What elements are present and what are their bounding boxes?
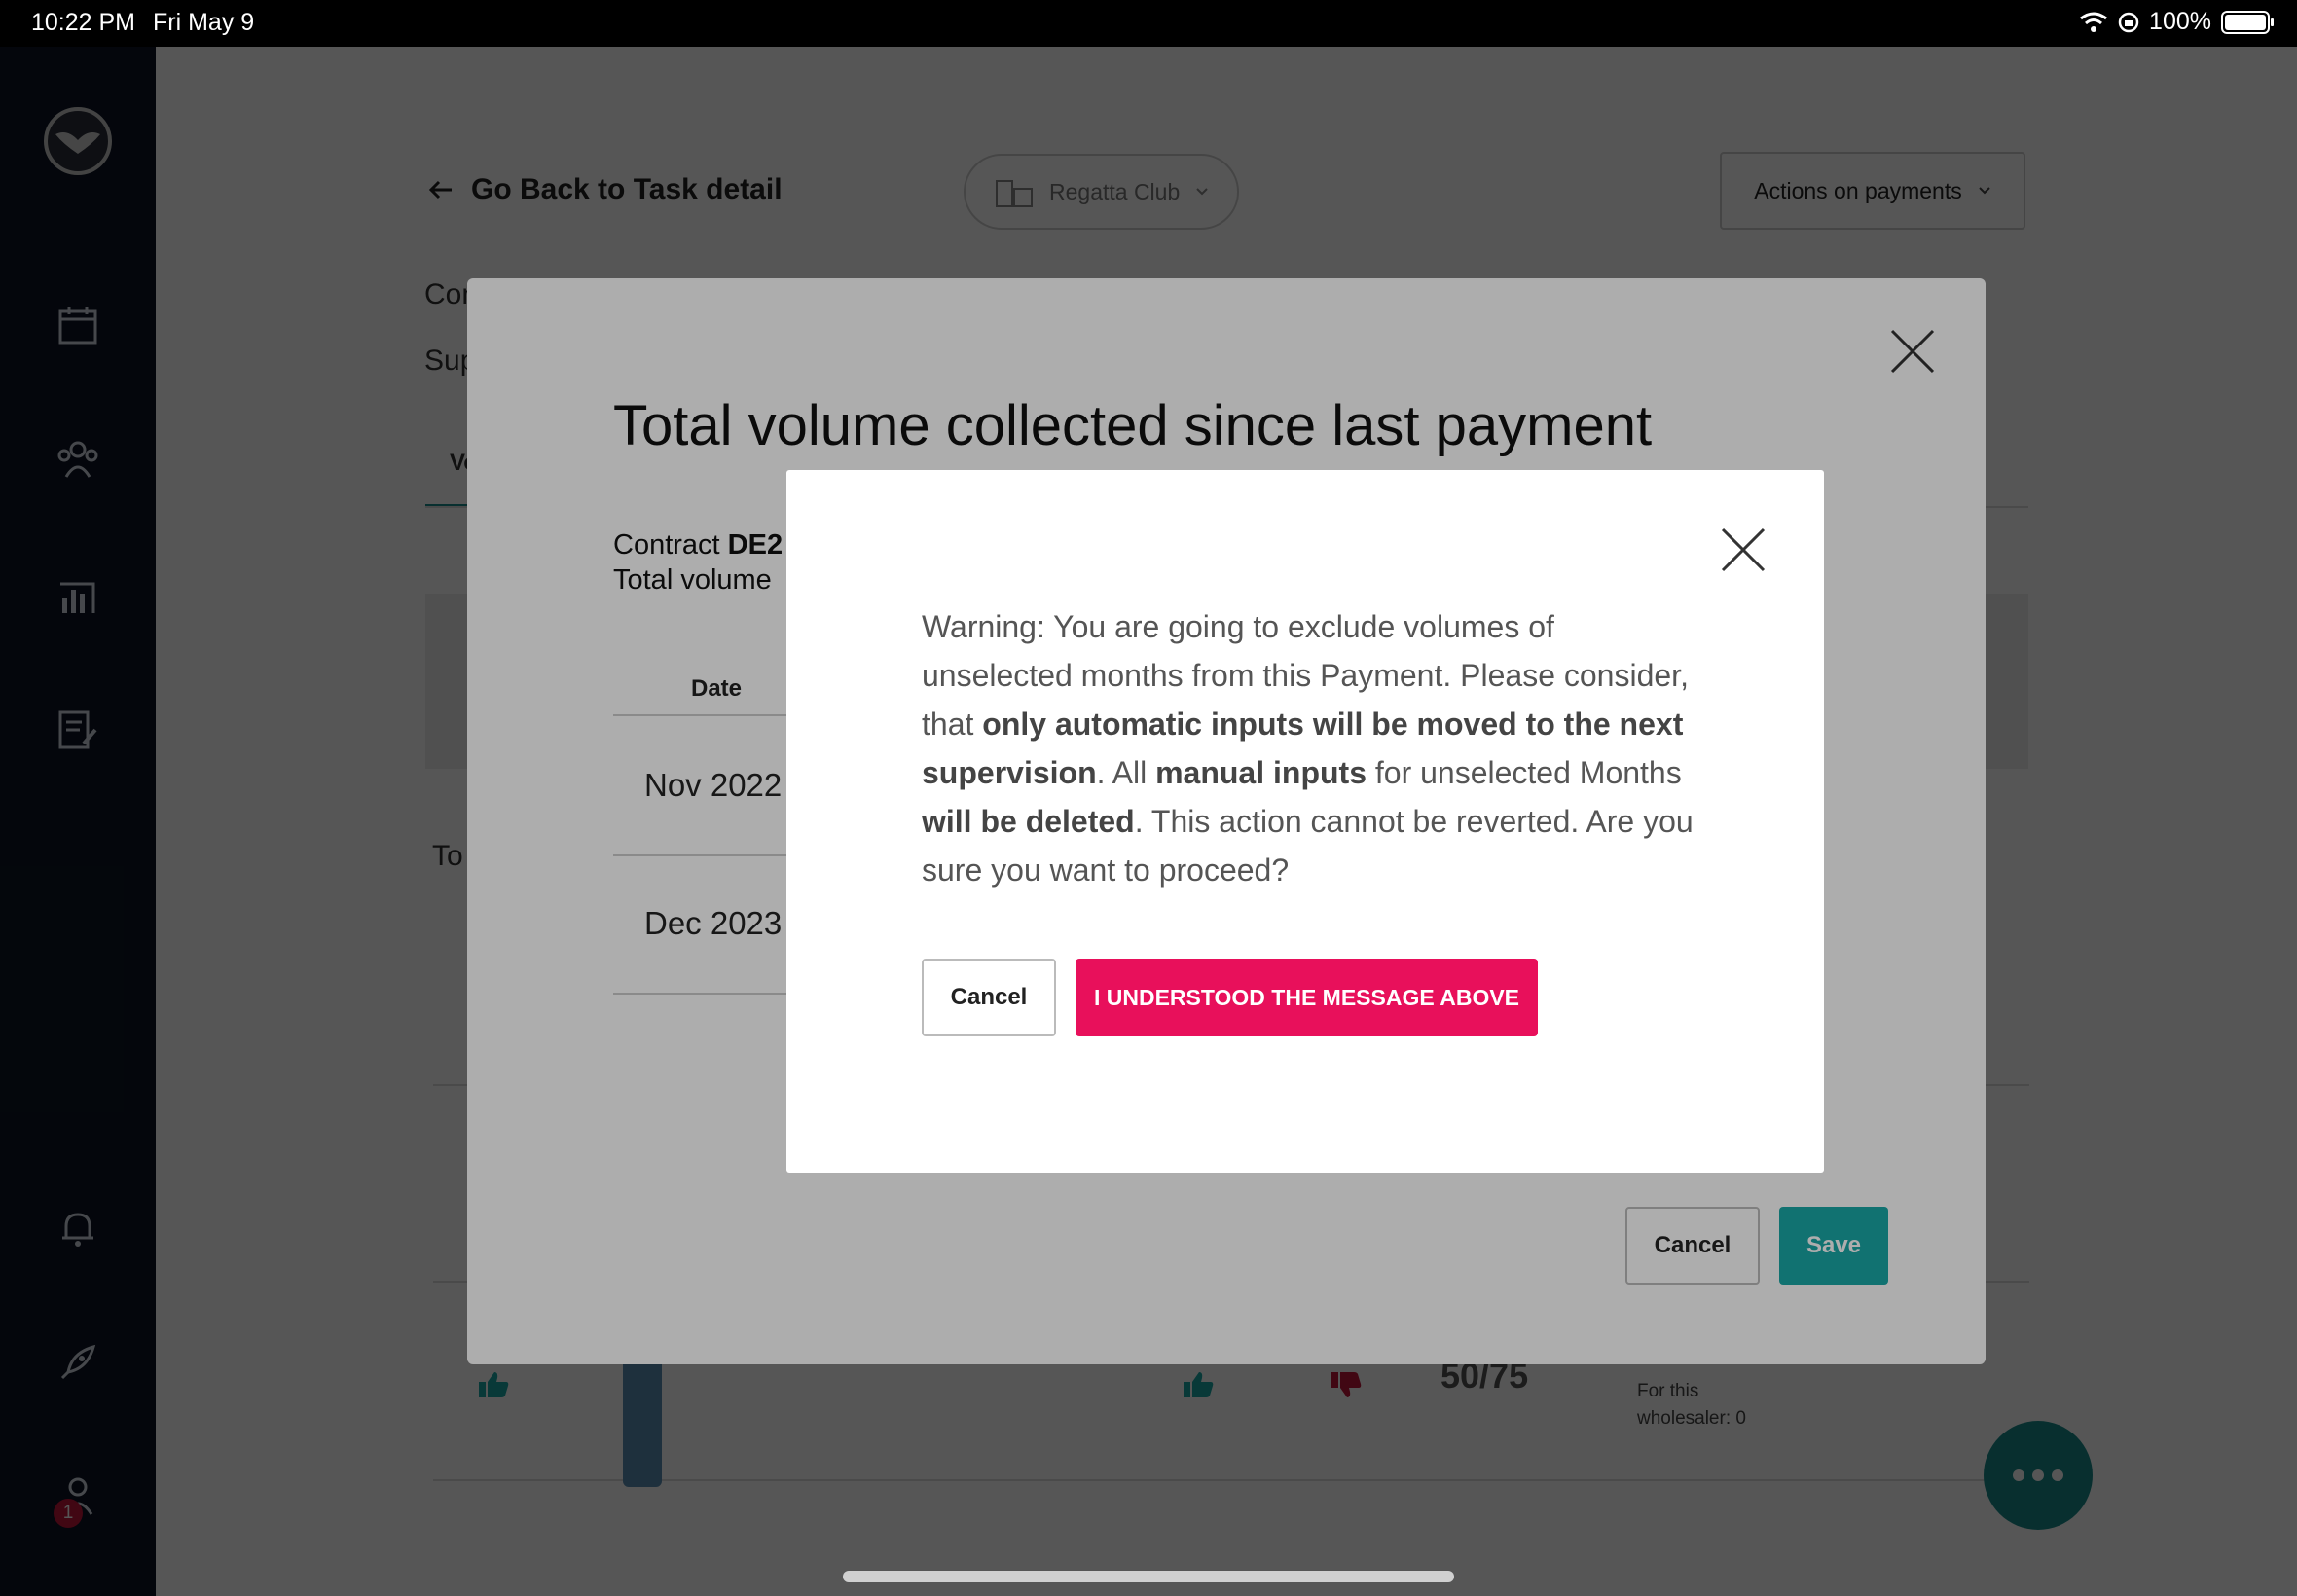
orientation-lock-icon [2118, 12, 2139, 32]
status-bar: 10:22 PM Fri May 9 100% [0, 0, 2297, 47]
home-indicator[interactable] [843, 1571, 1454, 1582]
wifi-icon [2080, 12, 2107, 32]
warning-bold-text: will be deleted [922, 804, 1135, 839]
warning-bold-text: manual inputs [1155, 755, 1367, 790]
warning-text: . All [1096, 755, 1156, 790]
warning-text: for unselected Months [1366, 755, 1682, 790]
battery-percent: 100% [2149, 8, 2211, 35]
warning-message: Warning: You are going to exclude volume… [922, 602, 1700, 894]
status-date: Fri May 9 [153, 9, 255, 36]
battery-icon [2221, 10, 2274, 34]
status-right: 100% [2079, 8, 2274, 36]
confirm-understood-button[interactable]: I UNDERSTOOD THE MESSAGE ABOVE [1076, 959, 1538, 1036]
dialog-cancel-button[interactable]: Cancel [922, 959, 1056, 1036]
warning-dialog: Warning: You are going to exclude volume… [786, 470, 1824, 1173]
close-icon[interactable] [1719, 526, 1768, 574]
status-time: 10:22 PM [31, 9, 136, 36]
